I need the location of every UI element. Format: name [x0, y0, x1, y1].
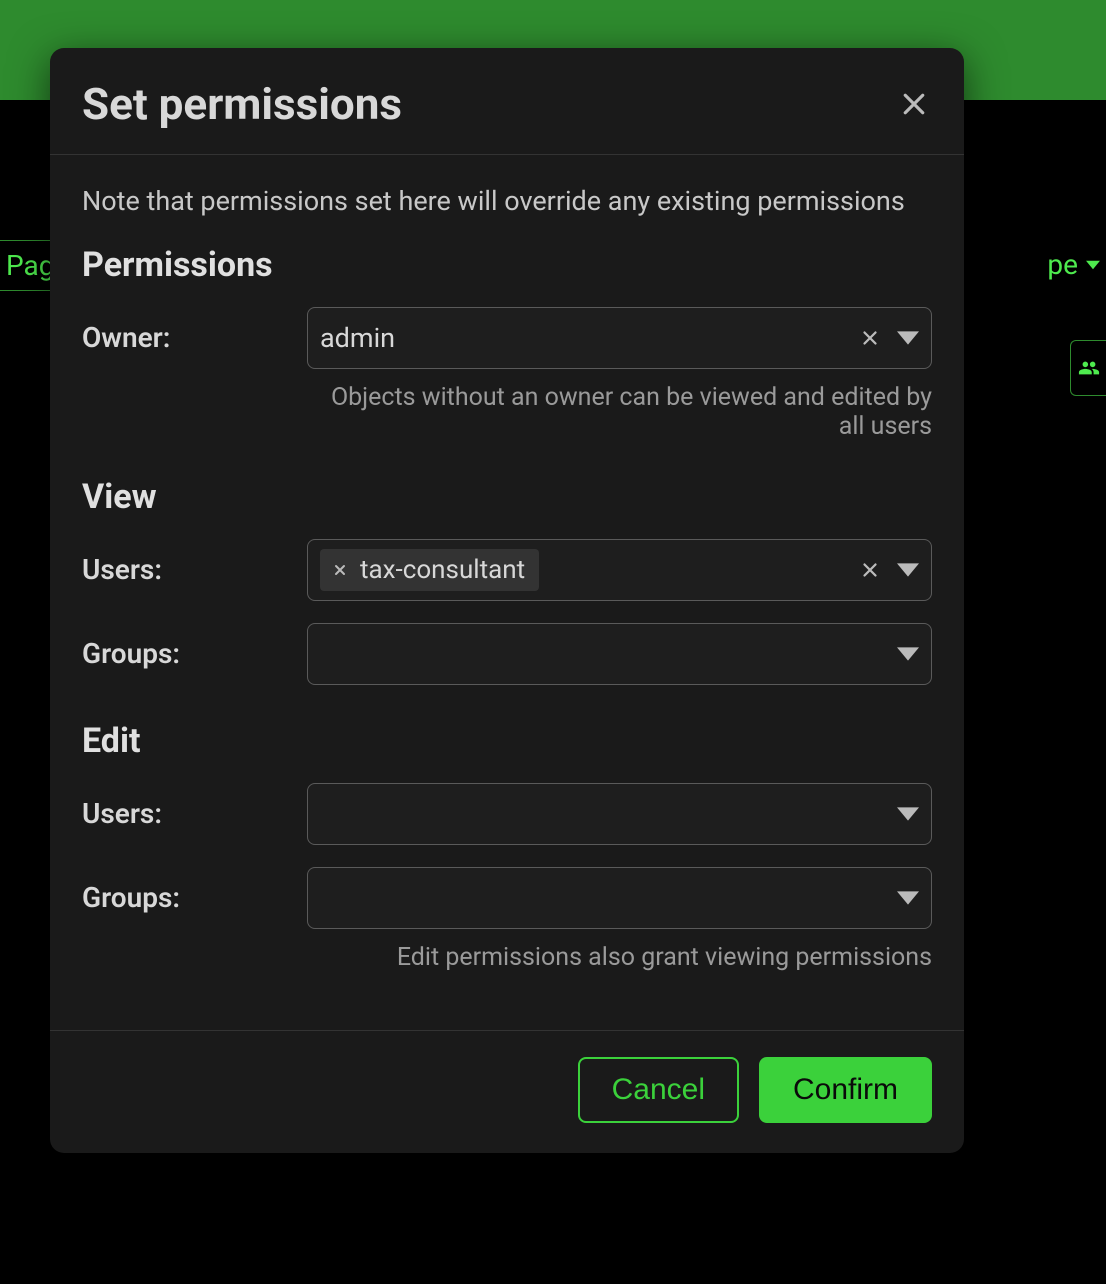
view-users-select[interactable]: tax-consultant	[307, 539, 932, 601]
permissions-heading: Permissions	[82, 245, 932, 285]
cancel-button[interactable]: Cancel	[578, 1057, 739, 1123]
modal-title: Set permissions	[82, 78, 402, 130]
close-icon	[899, 89, 929, 119]
set-permissions-modal: Set permissions Note that permissions se…	[50, 48, 964, 1153]
owner-helper: Objects without an owner can be viewed a…	[307, 383, 932, 441]
caret-down-icon	[897, 643, 919, 665]
caret-down-icon	[897, 327, 919, 349]
view-users-dropdown-toggle[interactable]	[897, 559, 919, 581]
x-icon	[859, 559, 881, 581]
close-button[interactable]	[896, 86, 932, 122]
modal-body: Note that permissions set here will over…	[50, 155, 964, 1030]
edit-users-row: Users:	[82, 783, 932, 845]
owner-value: admin	[320, 322, 849, 354]
edit-heading: Edit	[82, 721, 932, 761]
modal-footer: Cancel Confirm	[50, 1030, 964, 1153]
background-tab-right-label: pe	[1047, 248, 1078, 281]
owner-label: Owner:	[82, 307, 307, 354]
view-users-row: Users: tax-consultant	[82, 539, 932, 601]
view-groups-label: Groups:	[82, 623, 307, 670]
owner-dropdown-toggle[interactable]	[897, 327, 919, 349]
edit-groups-helper: Edit permissions also grant viewing perm…	[307, 943, 932, 972]
owner-clear-button[interactable]	[859, 327, 881, 349]
edit-users-label: Users:	[82, 783, 307, 830]
view-heading: View	[82, 477, 932, 517]
edit-users-dropdown-toggle[interactable]	[897, 803, 919, 825]
view-users-label: Users:	[82, 539, 307, 586]
chip-label: tax-consultant	[360, 555, 525, 585]
edit-groups-dropdown-toggle[interactable]	[897, 887, 919, 909]
override-note: Note that permissions set here will over…	[82, 185, 932, 217]
view-groups-dropdown-toggle[interactable]	[897, 643, 919, 665]
chip-remove-button[interactable]	[332, 562, 348, 578]
edit-groups-select[interactable]	[307, 867, 932, 929]
caret-down-icon	[897, 803, 919, 825]
x-icon	[332, 562, 348, 578]
owner-row: Owner: admin Objects without an owner ca…	[82, 307, 932, 441]
edit-groups-label: Groups:	[82, 867, 307, 914]
x-icon	[859, 327, 881, 349]
confirm-button[interactable]: Confirm	[759, 1057, 932, 1123]
people-icon	[1078, 357, 1100, 379]
edit-groups-row: Groups: Edit permissions also grant view…	[82, 867, 932, 972]
caret-down-icon	[897, 887, 919, 909]
caret-down-icon	[1086, 258, 1100, 272]
modal-header: Set permissions	[50, 48, 964, 155]
caret-down-icon	[897, 559, 919, 581]
user-chip: tax-consultant	[320, 549, 539, 591]
edit-users-select[interactable]	[307, 783, 932, 845]
owner-select[interactable]: admin	[307, 307, 932, 369]
view-groups-row: Groups:	[82, 623, 932, 685]
background-icon-button[interactable]	[1070, 340, 1106, 396]
view-groups-select[interactable]	[307, 623, 932, 685]
view-users-clear-button[interactable]	[859, 559, 881, 581]
background-tab-right[interactable]: pe	[1033, 240, 1106, 289]
